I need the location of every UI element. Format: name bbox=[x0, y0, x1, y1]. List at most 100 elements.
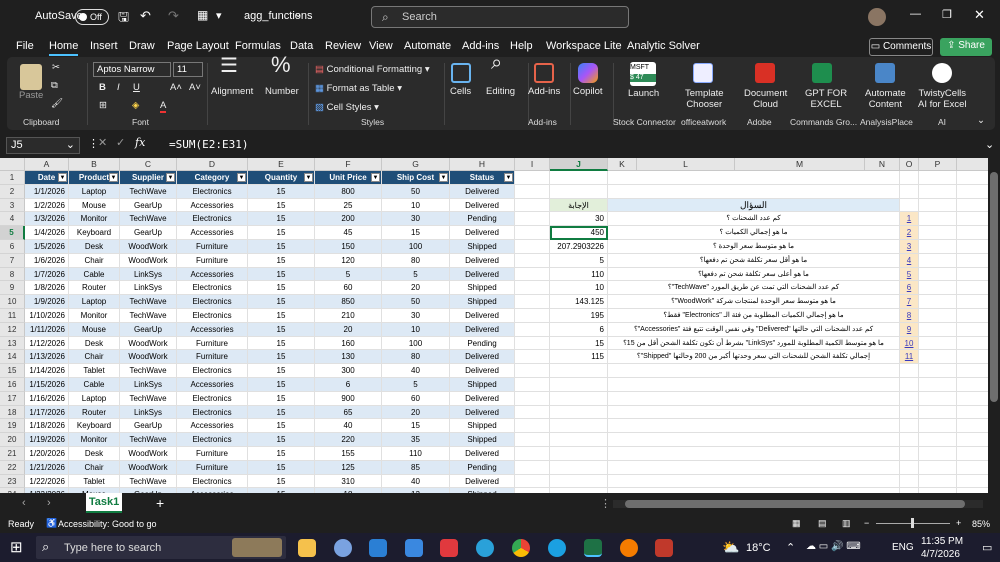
question-number-link[interactable]: 6 bbox=[900, 281, 919, 296]
adobe-pdf-icon[interactable] bbox=[755, 63, 775, 83]
table-cell[interactable]: 1/8/2026 bbox=[25, 281, 69, 296]
table-cell[interactable]: Electronics bbox=[177, 391, 248, 406]
cell[interactable] bbox=[957, 295, 988, 309]
table-cell[interactable]: 35 bbox=[382, 433, 450, 447]
cell[interactable] bbox=[919, 405, 957, 420]
table-cell[interactable]: Monitor bbox=[69, 212, 120, 227]
table-cell[interactable]: 1/4/2026 bbox=[25, 226, 69, 240]
table-cell[interactable]: 15 bbox=[248, 419, 315, 434]
cell[interactable] bbox=[515, 253, 550, 268]
row-header[interactable]: 22 bbox=[0, 460, 25, 475]
answer-cell[interactable]: 115 bbox=[550, 350, 608, 365]
tab-page-layout[interactable]: Page Layout bbox=[167, 40, 229, 52]
table-cell[interactable]: Keyboard bbox=[69, 419, 120, 434]
excel-taskbar-icon[interactable] bbox=[584, 539, 602, 557]
question-header[interactable]: السؤال bbox=[608, 198, 900, 213]
prev-sheet-icon[interactable]: ‹ bbox=[22, 497, 26, 509]
table-cell[interactable]: 1/5/2026 bbox=[25, 240, 69, 254]
answer-cell[interactable]: 110 bbox=[550, 267, 608, 282]
answer-cell[interactable]: 15 bbox=[550, 336, 608, 351]
underline-icon[interactable]: U bbox=[133, 82, 140, 93]
column-header-e[interactable]: E bbox=[248, 158, 315, 171]
table-cell[interactable]: Tablet bbox=[69, 364, 120, 378]
sheet-tab-task1[interactable]: Task1 bbox=[86, 493, 122, 513]
table-cell[interactable]: Delivered bbox=[450, 405, 515, 420]
expand-formula-icon[interactable]: ⌄ bbox=[985, 138, 994, 151]
cell[interactable] bbox=[919, 198, 957, 213]
copilot-icon[interactable] bbox=[578, 63, 598, 83]
table-cell[interactable]: 1/17/2026 bbox=[25, 405, 69, 420]
horizontal-scroll-thumb[interactable] bbox=[625, 500, 965, 508]
customize-qat-icon[interactable]: ▾ bbox=[216, 9, 222, 22]
question-number-link[interactable] bbox=[900, 419, 919, 434]
comments-button[interactable]: ▭ Comments bbox=[869, 38, 933, 56]
table-cell[interactable]: Furniture bbox=[177, 253, 248, 268]
filter-dropdown-icon[interactable]: ▼ bbox=[166, 173, 175, 182]
cell[interactable] bbox=[919, 433, 957, 447]
outlook-icon[interactable] bbox=[369, 539, 387, 557]
cell[interactable] bbox=[919, 295, 957, 309]
row-header[interactable]: 2 bbox=[0, 184, 25, 199]
editing-search-icon[interactable]: ⌕ bbox=[491, 53, 502, 73]
row-header[interactable]: 18 bbox=[0, 405, 25, 420]
table-cell[interactable]: GearUp bbox=[120, 198, 177, 213]
table-cell[interactable]: 160 bbox=[315, 336, 382, 351]
table-cell[interactable]: 60 bbox=[382, 391, 450, 406]
table-cell[interactable]: Cable bbox=[69, 267, 120, 282]
search-box[interactable]: ⌕ Search bbox=[371, 6, 629, 28]
table-cell[interactable]: Laptop bbox=[69, 391, 120, 406]
table-cell[interactable]: Router bbox=[69, 405, 120, 420]
table-cell[interactable]: WoodWork bbox=[120, 253, 177, 268]
zoom-in-icon[interactable]: + bbox=[956, 518, 961, 528]
bold-icon[interactable]: B bbox=[99, 82, 106, 93]
cell[interactable] bbox=[515, 460, 550, 475]
table-cell[interactable]: 5 bbox=[382, 378, 450, 392]
question-cell[interactable] bbox=[608, 405, 900, 420]
table-cell[interactable]: 40 bbox=[382, 474, 450, 489]
column-header-i[interactable]: I bbox=[515, 158, 550, 171]
question-cell[interactable]: كم عدد الشحنات التي حالتها "Delivered" و… bbox=[608, 322, 900, 337]
question-cell[interactable] bbox=[608, 419, 900, 434]
clock-time[interactable]: 11:35 PM bbox=[921, 536, 963, 547]
zoom-slider-thumb[interactable] bbox=[911, 518, 914, 528]
save-icon[interactable]: 🖫 bbox=[118, 8, 129, 30]
tab-formulas[interactable]: Formulas bbox=[235, 40, 281, 52]
table-cell[interactable]: 20 bbox=[315, 322, 382, 337]
zoom-out-icon[interactable]: − bbox=[864, 518, 869, 528]
table-header-cell[interactable]: Unit Price ▼ bbox=[315, 171, 382, 185]
table-cell[interactable]: 1/14/2026 bbox=[25, 364, 69, 378]
answer-cell[interactable]: 10 bbox=[550, 281, 608, 296]
answer-cell[interactable]: 5 bbox=[550, 253, 608, 268]
table-cell[interactable]: TechWave bbox=[120, 309, 177, 323]
table-cell[interactable]: 900 bbox=[315, 391, 382, 406]
gpt-for-excel-button[interactable]: GPT FOR EXCEL bbox=[805, 88, 847, 110]
table-cell[interactable]: Delivered bbox=[450, 350, 515, 365]
cell[interactable] bbox=[515, 419, 550, 434]
table-cell[interactable]: WoodWork bbox=[120, 336, 177, 351]
table-cell[interactable]: Delivered bbox=[450, 184, 515, 199]
question-number-link[interactable] bbox=[900, 184, 919, 199]
table-header-cell[interactable]: Date ▼ bbox=[25, 171, 69, 185]
cell[interactable] bbox=[957, 184, 988, 199]
table-cell[interactable]: TechWave bbox=[120, 364, 177, 378]
row-header[interactable]: 10 bbox=[0, 295, 25, 309]
table-header-cell[interactable]: Status ▼ bbox=[450, 171, 515, 185]
table-cell[interactable]: Delivered bbox=[450, 309, 515, 323]
table-cell[interactable]: 850 bbox=[315, 295, 382, 309]
column-header-l[interactable]: L bbox=[637, 158, 735, 171]
table-cell[interactable]: Electronics bbox=[177, 184, 248, 199]
table-cell[interactable]: Electronics bbox=[177, 364, 248, 378]
cell[interactable] bbox=[957, 309, 988, 323]
cell[interactable] bbox=[919, 378, 957, 392]
cell[interactable] bbox=[515, 184, 550, 199]
select-all-corner[interactable] bbox=[0, 158, 25, 171]
format-as-table-button[interactable]: ▦ Format as Table ▾ bbox=[315, 83, 402, 94]
table-cell[interactable]: TechWave bbox=[120, 212, 177, 227]
table-cell[interactable]: Furniture bbox=[177, 336, 248, 351]
active-cell[interactable]: 450 bbox=[550, 226, 608, 240]
row-header[interactable]: 23 bbox=[0, 474, 25, 489]
table-cell[interactable]: 15 bbox=[248, 378, 315, 392]
table-cell[interactable]: 6 bbox=[315, 378, 382, 392]
cell[interactable] bbox=[919, 474, 957, 489]
edge-icon[interactable] bbox=[548, 539, 566, 557]
